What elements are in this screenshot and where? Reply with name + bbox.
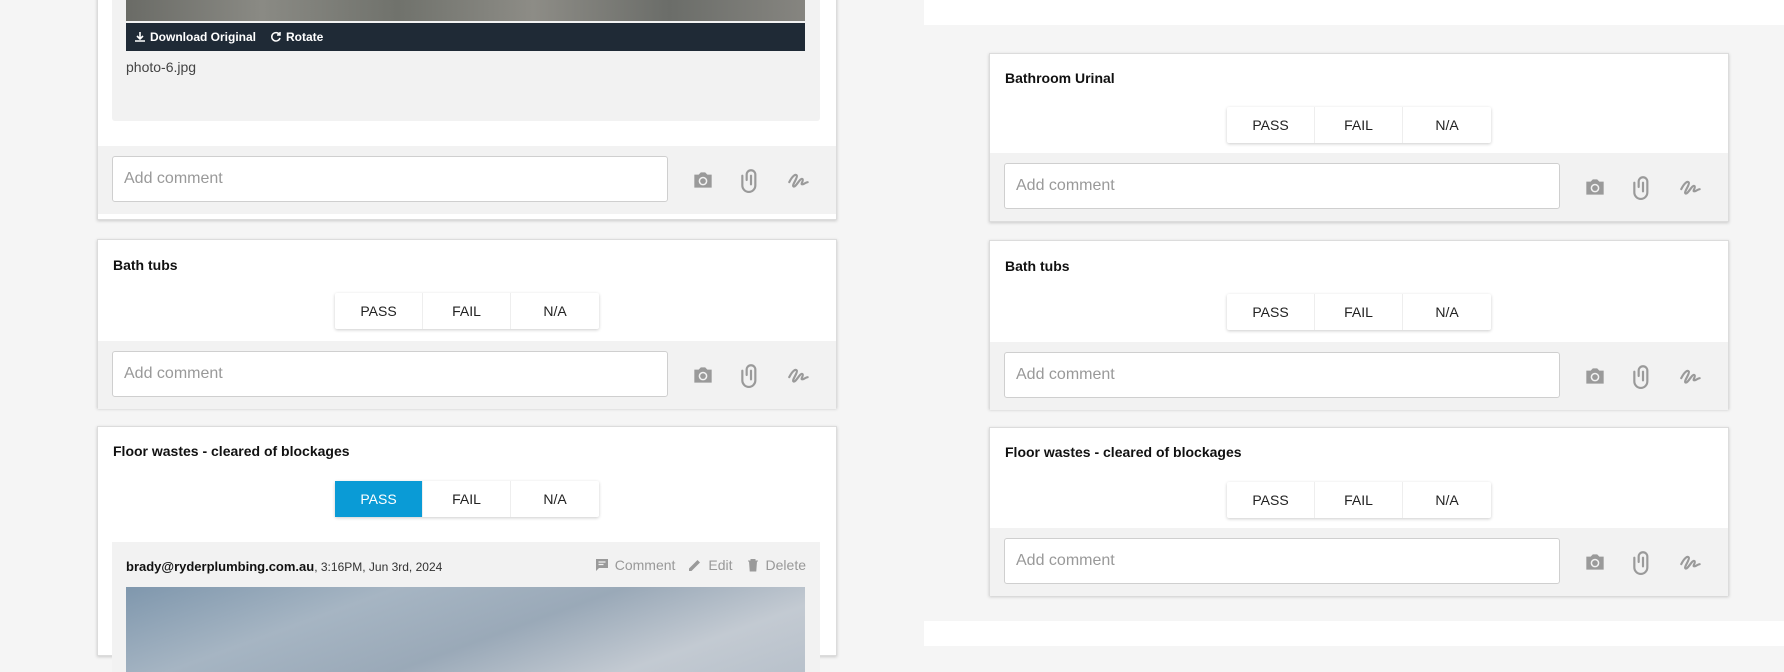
camera-button[interactable] [1581,173,1609,201]
na-option[interactable]: N/A [511,481,599,517]
comment-input[interactable] [1004,538,1560,584]
download-icon [135,32,145,42]
attach-button[interactable] [1629,548,1657,576]
photo-filename: photo-6.jpg [126,59,197,75]
camera-icon [1586,554,1604,570]
comment-input[interactable] [112,351,668,397]
fail-option[interactable]: FAIL [1315,294,1403,330]
right-column-bottom [924,621,1784,646]
pass-fail-na-group: PASS FAIL N/A [335,481,599,517]
inspection-card-floor-wastes: Floor wastes - cleared of blockages PASS… [97,426,837,672]
paperclip-icon [1633,176,1649,200]
camera-icon [694,172,712,188]
photo-toolbar: Download Original Rotate [126,23,805,51]
inspection-card-floor-wastes-right: Floor wastes - cleared of blockages PASS… [989,427,1729,596]
trash-icon [747,559,758,572]
fail-option[interactable]: FAIL [1315,107,1403,143]
comment-bar [98,146,836,214]
comment-input[interactable] [1004,352,1560,398]
signature-icon [788,368,809,383]
camera-button[interactable] [689,361,717,389]
signature-icon [1680,555,1701,570]
inspection-card-bath-tubs: Bath tubs PASS FAIL N/A [97,239,837,409]
comment-bar [990,528,1728,596]
camera-icon [1586,179,1604,195]
photo-container: Download Original Rotate photo-6.jpg [112,0,820,121]
pass-option[interactable]: PASS [1227,482,1315,518]
pass-fail-na-group: PASS FAIL N/A [1227,107,1491,143]
attach-button[interactable] [1629,173,1657,201]
signature-icon [788,173,809,188]
paperclip-icon [1633,365,1649,389]
signature-button[interactable] [1677,173,1705,201]
card-title: Floor wastes - cleared of blockages [113,443,350,459]
rotate-label: Rotate [286,30,324,44]
note-comment-label: Comment [614,557,676,573]
paperclip-icon [741,364,757,388]
note-actions: Comment Edit Delete [594,557,806,573]
pass-fail-na-group: PASS FAIL N/A [335,293,599,329]
download-original-button[interactable]: Download Original [134,30,256,44]
na-option[interactable]: N/A [511,293,599,329]
pass-option[interactable]: PASS [1227,107,1315,143]
paperclip-icon [741,169,757,193]
photo-image [126,0,805,21]
signature-button[interactable] [1677,548,1705,576]
paperclip-icon [1633,551,1649,575]
na-option[interactable]: N/A [1403,294,1491,330]
fail-option[interactable]: FAIL [423,481,511,517]
pass-option[interactable]: PASS [335,293,423,329]
signature-button[interactable] [785,361,813,389]
camera-button[interactable] [1581,362,1609,390]
card-title: Bath tubs [1005,258,1070,274]
download-original-label: Download Original [150,30,257,44]
pass-fail-na-group: PASS FAIL N/A [1227,294,1491,330]
signature-button[interactable] [1677,362,1705,390]
comment-icon [595,559,608,571]
fail-option[interactable]: FAIL [1315,482,1403,518]
rotate-icon [271,31,281,42]
right-column-top [924,0,1784,25]
attach-button[interactable] [737,361,765,389]
attach-button[interactable] [1629,362,1657,390]
comment-bar [990,342,1728,410]
note-author-email: brady@ryderplumbing.com.au [126,559,315,574]
signature-icon [1680,369,1701,384]
note-container: brady@ryderplumbing.com.au, 3:16PM, Jun … [112,542,820,672]
card-title: Bath tubs [113,257,178,273]
signature-icon [1680,180,1701,195]
camera-icon [694,367,712,383]
note-timestamp: , 3:16PM, Jun 3rd, 2024 [314,560,443,574]
note-photo [126,587,805,672]
note-delete-button[interactable]: Delete [745,557,806,573]
pass-fail-na-group: PASS FAIL N/A [1227,482,1491,518]
note-delete-label: Delete [765,557,806,573]
card-title: Bathroom Urinal [1005,70,1115,86]
signature-button[interactable] [785,166,813,194]
pencil-icon [689,560,701,571]
note-edit-label: Edit [708,557,733,573]
camera-icon [1586,368,1604,384]
note-comment-button[interactable]: Comment [594,557,676,573]
camera-button[interactable] [689,166,717,194]
pass-option[interactable]: PASS [1227,294,1315,330]
camera-button[interactable] [1581,548,1609,576]
attach-button[interactable] [737,166,765,194]
pass-option[interactable]: PASS [335,481,423,517]
inspection-card-bathroom-urinal: Bathroom Urinal PASS FAIL N/A [989,53,1729,222]
comment-input[interactable] [1004,163,1560,209]
note-author: brady@ryderplumbing.com.au, 3:16PM, Jun … [126,559,442,574]
fail-option[interactable]: FAIL [423,293,511,329]
comment-bar [990,153,1728,221]
inspection-card-photo: Download Original Rotate photo-6.jpg [97,0,837,220]
card-title: Floor wastes - cleared of blockages [1005,444,1242,460]
na-option[interactable]: N/A [1403,107,1491,143]
rotate-button[interactable]: Rotate [270,30,323,44]
comment-bar [98,341,836,409]
note-edit-button[interactable]: Edit [687,557,733,573]
na-option[interactable]: N/A [1403,482,1491,518]
inspection-card-bath-tubs-right: Bath tubs PASS FAIL N/A [989,240,1729,410]
comment-input[interactable] [112,156,668,202]
